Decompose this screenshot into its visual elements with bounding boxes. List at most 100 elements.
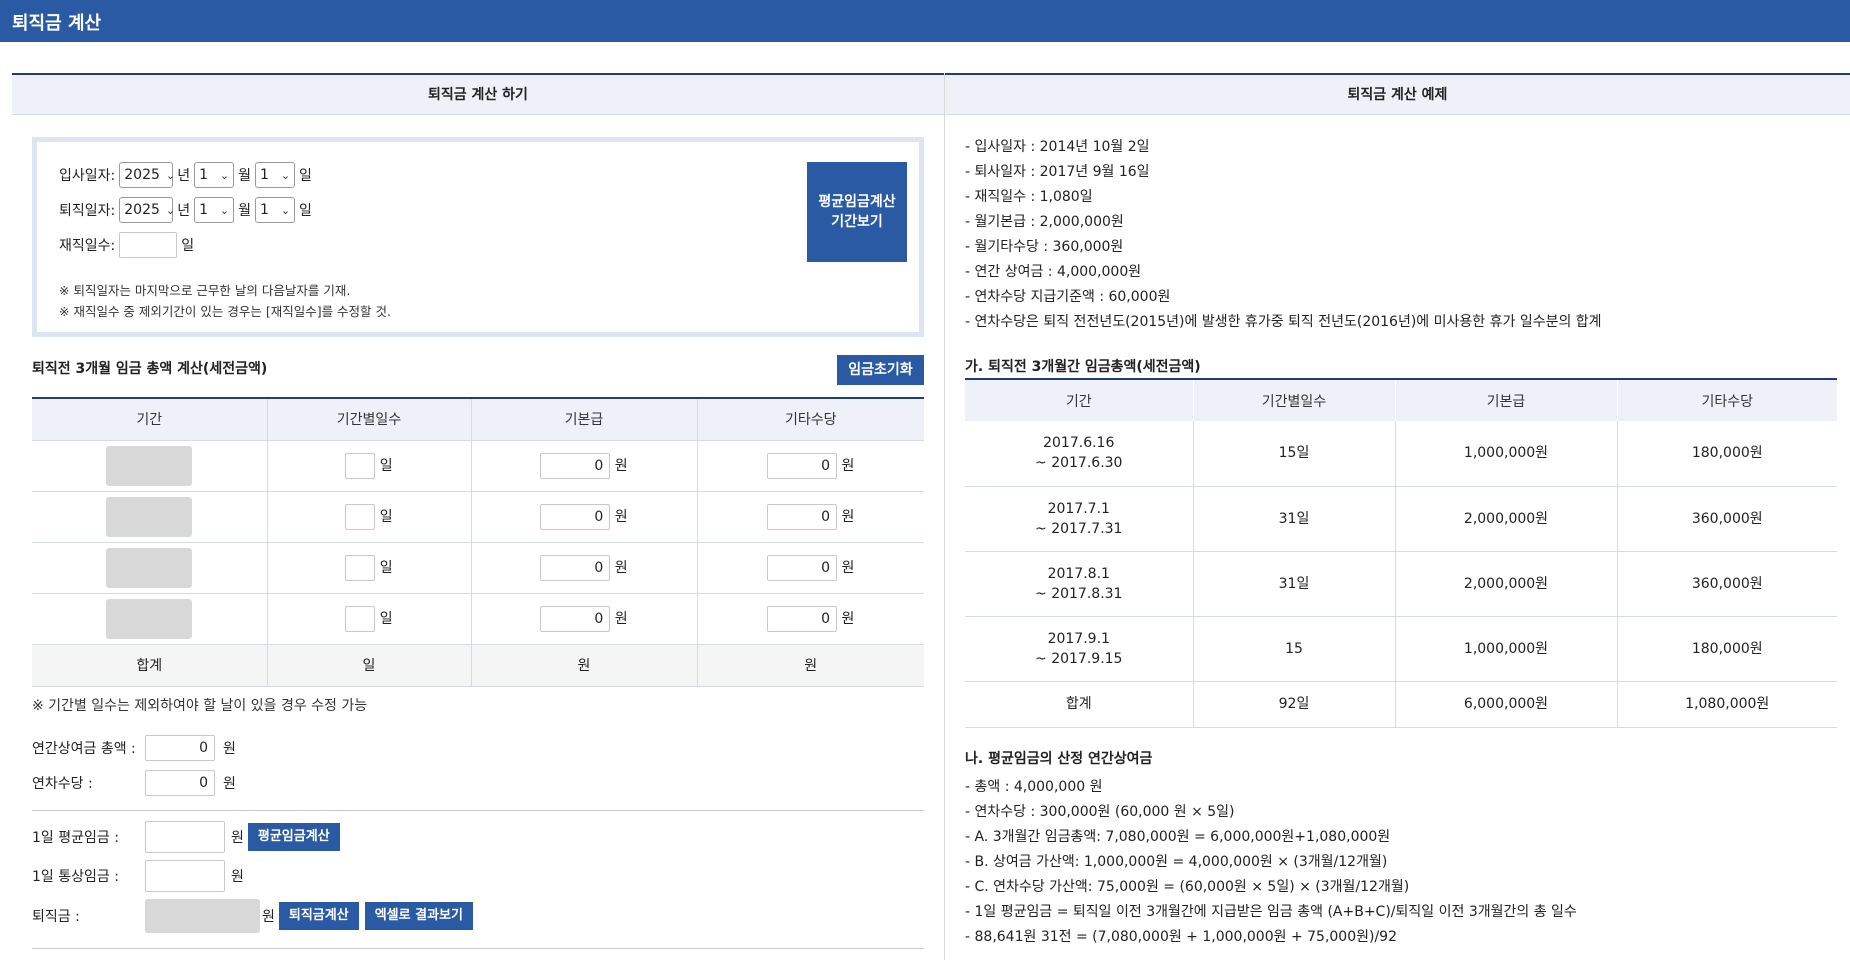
sum-label: 합계 bbox=[32, 643, 268, 687]
bonus-input[interactable]: 0 bbox=[145, 735, 215, 761]
ord-wage-row: 1일 통상임금 : 원 bbox=[32, 860, 244, 892]
col-period: 기간 bbox=[965, 379, 1194, 421]
days-input[interactable] bbox=[345, 503, 376, 530]
won-unit: 원 bbox=[841, 610, 855, 627]
list-item: - C. 연차수당 가산액: 75,000원 = (60,000원 × 5일) … bbox=[965, 879, 1410, 895]
sum-row: 합계 92일 6,000,000원 1,080,000원 bbox=[965, 681, 1837, 728]
list-item: - 퇴사일자 : 2017년 9월 16일 bbox=[965, 164, 1150, 180]
base-pay-input[interactable]: 0 bbox=[540, 452, 611, 479]
date-box: 입사일자: 2025 ⌄ 년 1 ⌄ 월 1 ⌄ 일 퇴직일자: 2025 ⌄ 년 1 ⌄… bbox=[32, 137, 924, 337]
base-cell: 2,000,000원 bbox=[1395, 486, 1618, 552]
leave-date-note: ※ 퇴직일자는 마지막으로 근무한 날의 다음날자를 기재. bbox=[59, 283, 351, 298]
leave-date-label: 퇴직일자: bbox=[59, 203, 116, 219]
service-days-unit: 일 bbox=[181, 238, 195, 254]
days-cell: 15일 bbox=[1193, 421, 1396, 487]
base-cell: 2,000,000원 bbox=[1395, 551, 1618, 617]
day-unit: 일 bbox=[299, 203, 312, 219]
divider bbox=[32, 810, 924, 811]
list-item: - B. 상여금 가산액: 1,000,000원 = 4,000,000원 × … bbox=[965, 854, 1388, 870]
sum-other: 1,080,000원 bbox=[1617, 681, 1837, 728]
period-cell bbox=[106, 496, 193, 537]
chevron-down-icon: ⌄ bbox=[165, 203, 176, 217]
list-item: - 1일 평균임금 = 퇴직일 이전 3개월간에 지급받은 임금 총액 (A+B… bbox=[965, 904, 1577, 920]
period-cell: 2017.8.1 ~ 2017.8.31 bbox=[965, 551, 1194, 617]
base-pay-input[interactable]: 0 bbox=[540, 503, 611, 530]
example-calc-list: - 총액 : 4,000,000 원 - 연차수당 : 300,000원 (60… bbox=[965, 775, 1577, 950]
ord-wage-input[interactable] bbox=[145, 860, 225, 892]
other-pay-input[interactable]: 0 bbox=[767, 554, 838, 581]
base-cell: 1,000,000원 bbox=[1395, 616, 1618, 682]
base-cell: 1,000,000원 bbox=[1395, 421, 1618, 487]
divider bbox=[32, 948, 924, 949]
chevron-down-icon: ⌄ bbox=[280, 168, 291, 182]
leave-pay-unit: 원 bbox=[223, 776, 236, 792]
calculator-panel: 퇴직금 계산 하기 입사일자: 2025 ⌄ 년 1 ⌄ 월 1 ⌄ 일 퇴직일자: … bbox=[12, 73, 944, 960]
avg-wage-unit: 원 bbox=[231, 830, 244, 846]
month-unit: 월 bbox=[238, 168, 252, 184]
wage-section-title: 퇴직전 3개월 임금 총액 계산(세전금액) bbox=[32, 361, 268, 377]
example-panel: 퇴직금 계산 예제 - 입사일자 : 2014년 10월 2일 - 퇴사일자 :… bbox=[944, 73, 1850, 960]
other-pay-input[interactable]: 0 bbox=[767, 503, 838, 530]
other-cell: 360,000원 bbox=[1617, 551, 1837, 617]
example-header: 퇴직금 계산 예제 bbox=[945, 73, 1850, 115]
period-view-button[interactable]: 평균임금계산 기간보기 bbox=[807, 162, 907, 262]
day-unit: 일 bbox=[299, 168, 312, 184]
sum-base: 원 bbox=[471, 643, 698, 687]
other-cell: 360,000원 bbox=[1617, 486, 1837, 552]
severance-row: 퇴직금 : 원 퇴직금계산 엑셀로 결과보기 bbox=[32, 899, 473, 933]
table-row: 2017.9.1 ~ 2017.9.15 15 1,000,000원 180,00… bbox=[965, 616, 1837, 682]
other-pay-input[interactable]: 0 bbox=[767, 605, 838, 632]
other-pay-input[interactable]: 0 bbox=[767, 452, 838, 479]
chevron-down-icon: ⌄ bbox=[219, 203, 230, 217]
service-days-input[interactable] bbox=[119, 232, 178, 258]
period-cell: 2017.6.16 ~ 2017.6.30 bbox=[965, 421, 1194, 487]
col-base: 기본급 bbox=[471, 398, 698, 441]
days-cell: 31일 bbox=[1193, 551, 1396, 617]
days-unit: 일 bbox=[379, 559, 393, 576]
period-cell bbox=[106, 598, 193, 639]
won-unit: 원 bbox=[614, 610, 628, 627]
days-input[interactable] bbox=[345, 605, 376, 632]
leave-pay-input[interactable]: 0 bbox=[145, 770, 215, 796]
severance-output bbox=[145, 899, 260, 933]
days-input[interactable] bbox=[345, 452, 376, 479]
ord-wage-unit: 원 bbox=[231, 869, 244, 885]
avg-wage-calc-button[interactable]: 평균임금계산 bbox=[247, 823, 340, 851]
list-item: - 월기본급 : 2,000,000원 bbox=[965, 214, 1124, 230]
chevron-down-icon: ⌄ bbox=[219, 168, 230, 182]
days-cell: 15 bbox=[1193, 616, 1396, 682]
service-days-note: ※ 재직일수 중 제외기간이 있는 경우는 [재직일수]를 수정할 것. bbox=[59, 304, 391, 319]
bonus-label: 연간상여금 총액 : bbox=[32, 741, 136, 757]
base-pay-input[interactable]: 0 bbox=[540, 605, 611, 632]
col-days: 기간별일수 bbox=[267, 398, 472, 441]
sum-days: 일 bbox=[267, 643, 472, 687]
avg-wage-input[interactable] bbox=[145, 821, 225, 853]
leave-month-select[interactable]: 1 ⌄ bbox=[194, 197, 235, 223]
list-item: - 연차수당 지급기준액 : 60,000원 bbox=[965, 289, 1171, 305]
month-unit: 월 bbox=[238, 203, 252, 219]
severance-label: 퇴직금 : bbox=[32, 909, 80, 925]
days-input[interactable] bbox=[345, 554, 376, 581]
reset-wage-button[interactable]: 임금초기화 bbox=[837, 355, 924, 385]
wage-table: 기간 기간별일수 기본급 기타수당 일 0 원 0 원 일 0 원 0 원 일 … bbox=[32, 397, 924, 687]
days-cell: 31일 bbox=[1193, 486, 1396, 552]
base-pay-input[interactable]: 0 bbox=[540, 554, 611, 581]
list-item: - A. 3개월간 임금총액: 7,080,000원 = 6,000,000원+… bbox=[965, 829, 1391, 845]
leave-pay-row: 연차수당 : 0 원 bbox=[32, 770, 236, 796]
won-unit: 원 bbox=[614, 559, 628, 576]
excel-export-button[interactable]: 엑셀로 결과보기 bbox=[364, 902, 473, 930]
join-month-select[interactable]: 1 ⌄ bbox=[194, 162, 235, 188]
severance-calc-button[interactable]: 퇴직금계산 bbox=[278, 902, 359, 930]
bonus-row: 연간상여금 총액 : 0 원 bbox=[32, 735, 236, 761]
period-cell: 2017.7.1 ~ 2017.7.31 bbox=[965, 486, 1194, 552]
leave-year-select[interactable]: 2025 ⌄ bbox=[119, 197, 176, 223]
avg-wage-label: 1일 평균임금 : bbox=[32, 830, 119, 846]
join-day-select[interactable]: 1 ⌄ bbox=[255, 162, 296, 188]
join-year-select[interactable]: 2025 ⌄ bbox=[119, 162, 175, 188]
list-item: - 연차수당은 퇴직 전전년도(2015년)에 발생한 휴가중 퇴직 전년도(2… bbox=[965, 314, 1602, 330]
period-cell: 2017.9.1 ~ 2017.9.15 bbox=[965, 616, 1194, 682]
days-unit: 일 bbox=[379, 457, 393, 474]
days-unit: 일 bbox=[379, 508, 393, 525]
leave-day-select[interactable]: 1 ⌄ bbox=[255, 197, 296, 223]
page-title: 퇴직금 계산 bbox=[12, 13, 102, 34]
